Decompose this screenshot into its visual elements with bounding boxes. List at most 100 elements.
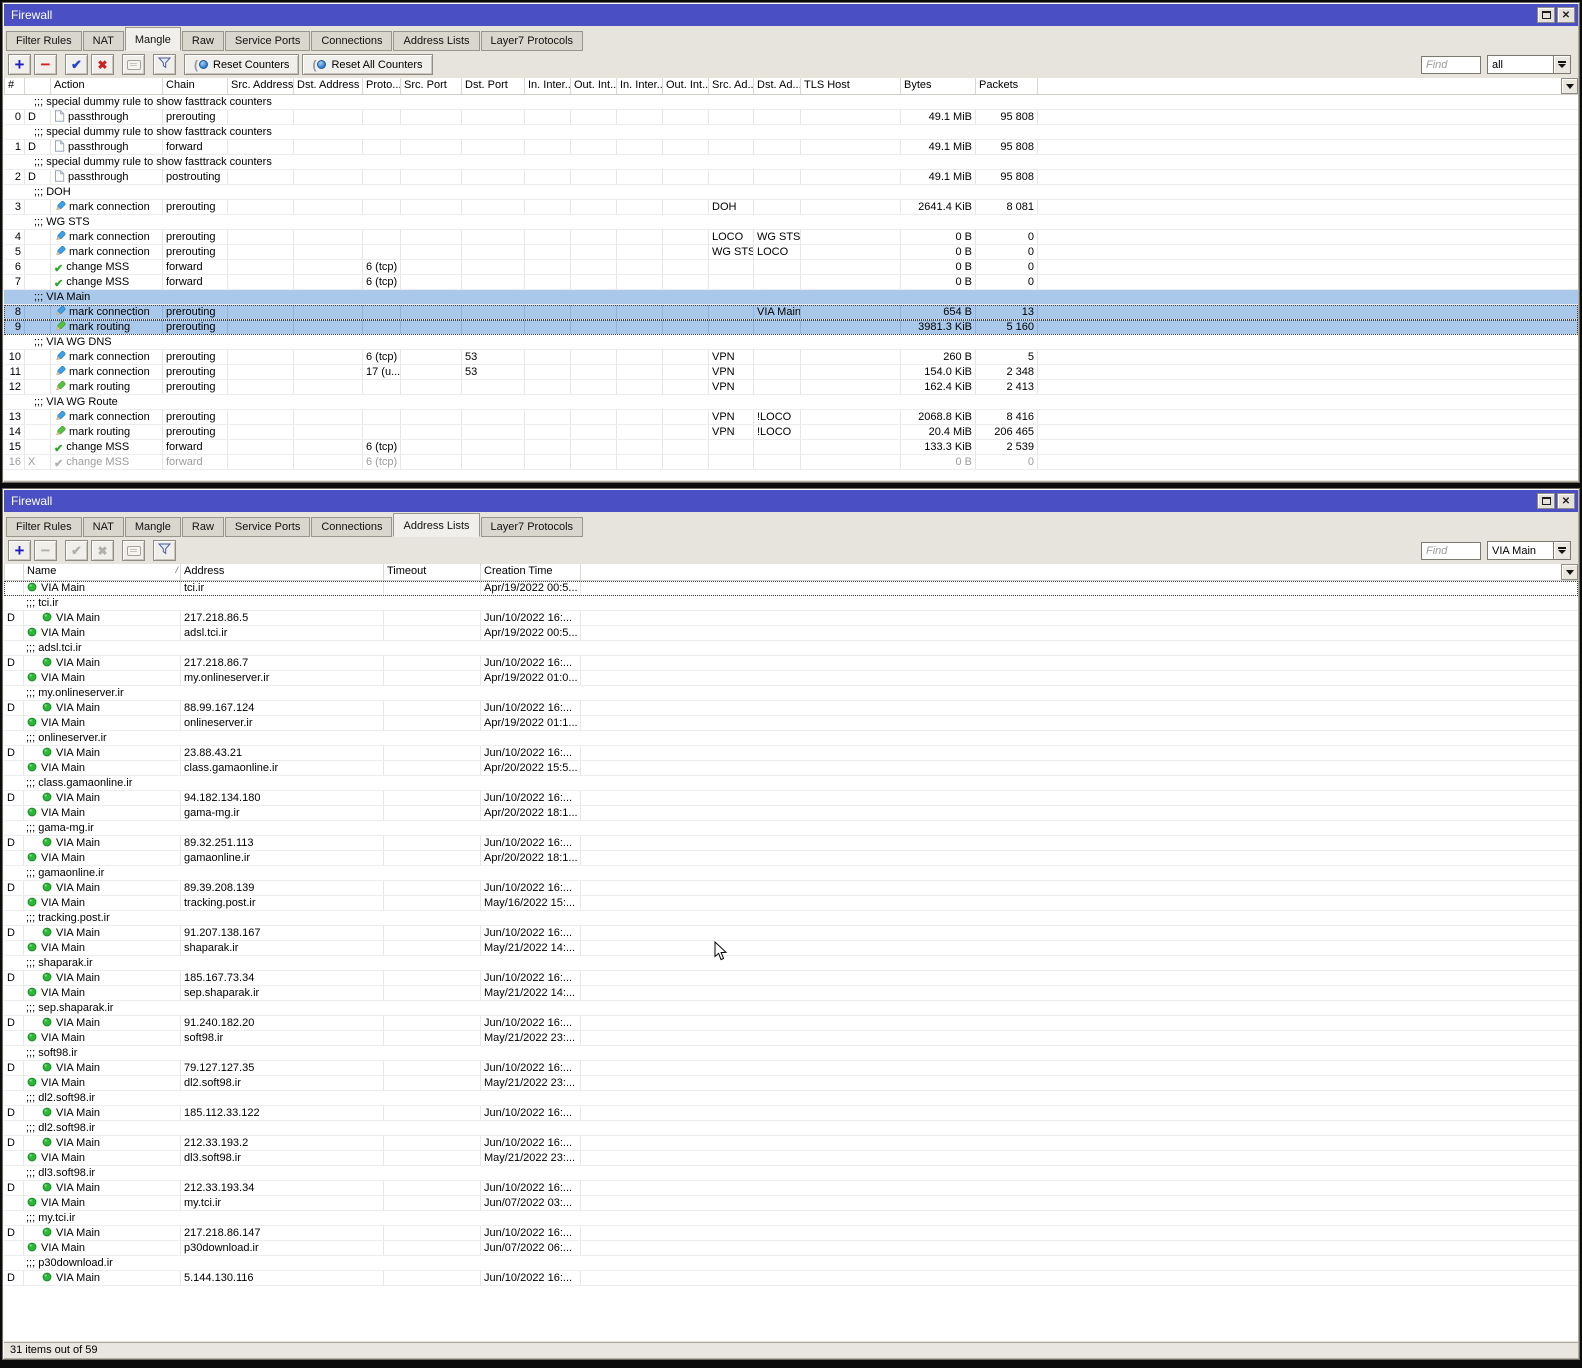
column-header-chain[interactable]: Chain bbox=[163, 78, 228, 94]
address-list-row[interactable]: VIA Main tracking.post.ir May/16/2022 15:.… bbox=[4, 896, 1578, 911]
tab-mangle[interactable]: Mangle bbox=[124, 27, 181, 51]
address-list-row[interactable]: VIA Main sep.shaparak.ir May/21/2022 14:..… bbox=[4, 986, 1578, 1001]
mangle-rule-row[interactable]: 15 ✔ change MSS forward 6 (tcp) 133.3 KiB 2 53… bbox=[4, 440, 1578, 455]
tab-raw[interactable]: Raw bbox=[181, 31, 224, 51]
address-list-row[interactable]: VIA Main adsl.tci.ir Apr/19/2022 00:5... bbox=[4, 626, 1578, 641]
mangle-rule-row[interactable]: 3 mark connection prerouting DOH 2641.4 KiB 8… bbox=[4, 200, 1578, 215]
mangle-rule-row[interactable]: 12 mark routing prerouting VPN 162.4 KiB 2 41… bbox=[4, 380, 1578, 395]
address-list-row[interactable]: VIA Main soft98.ir May/21/2022 23:... bbox=[4, 1031, 1578, 1046]
comment-row[interactable]: ;;; tracking.post.ir bbox=[4, 911, 1578, 926]
mangle-rule-row[interactable]: 0 Dpassthrough prerouting 49.1 MiB 95 808 bbox=[4, 110, 1578, 125]
tab-layer7-protocols[interactable]: Layer7 Protocols bbox=[480, 31, 584, 51]
address-list-row[interactable]: D VIA Main 88.99.167.124 Jun/10/2022 16:... bbox=[4, 701, 1578, 716]
column-header-flags[interactable] bbox=[4, 564, 24, 580]
disable-button[interactable]: ✖ bbox=[91, 54, 114, 75]
filter-scope-select[interactable]: all bbox=[1487, 55, 1571, 74]
column-header-tls-host[interactable]: TLS Host bbox=[801, 78, 901, 94]
address-list-row[interactable]: VIA Main onlineserver.ir Apr/19/2022 01:1.… bbox=[4, 716, 1578, 731]
address-list-row[interactable]: D VIA Main 217.218.86.7 Jun/10/2022 16:... bbox=[4, 656, 1578, 671]
column-header-out-int[interactable]: Out. Int... bbox=[663, 78, 709, 94]
column-header-dst-port[interactable]: Dst. Port bbox=[462, 78, 525, 94]
mangle-rule-row[interactable]: 2 Dpassthrough postrouting 49.1 MiB 95 808 bbox=[4, 170, 1578, 185]
tab-connections[interactable]: Connections bbox=[311, 517, 393, 537]
address-list-row[interactable]: D VIA Main 91.240.182.20 Jun/10/2022 16:... bbox=[4, 1016, 1578, 1031]
title-bar[interactable]: Firewall ✕ bbox=[4, 4, 1578, 26]
column-header-bytes[interactable]: Bytes bbox=[901, 78, 976, 94]
address-list-row[interactable]: VIA Main dl3.soft98.ir May/21/2022 23:... bbox=[4, 1151, 1578, 1166]
column-header-in-inter[interactable]: In. Inter... bbox=[525, 78, 571, 94]
column-header-flags[interactable] bbox=[25, 78, 51, 94]
column-header-address[interactable]: Address bbox=[181, 564, 384, 580]
comment-row[interactable]: ;;; gama-mg.ir bbox=[4, 821, 1578, 836]
comment-row[interactable]: ;;; gamaonline.ir bbox=[4, 866, 1578, 881]
address-list-row[interactable]: D VIA Main 23.88.43.21 Jun/10/2022 16:... bbox=[4, 746, 1578, 761]
copy-button[interactable] bbox=[122, 540, 145, 561]
comment-row[interactable]: ;;; tci.ir bbox=[4, 596, 1578, 611]
address-list-row[interactable]: D VIA Main 79.127.127.35 Jun/10/2022 16:... bbox=[4, 1061, 1578, 1076]
column-header-src-address[interactable]: Src. Address bbox=[228, 78, 294, 94]
address-list-row[interactable]: D VIA Main 89.32.251.113 Jun/10/2022 16:... bbox=[4, 836, 1578, 851]
add-button[interactable]: + bbox=[8, 540, 31, 561]
comment-row[interactable]: ;;; VIA WG DNS bbox=[4, 335, 1578, 350]
address-list-row[interactable]: VIA Main tci.ir Apr/19/2022 00:5... bbox=[4, 581, 1578, 596]
title-bar[interactable]: Firewall ✕ bbox=[4, 490, 1578, 512]
comment-row[interactable]: ;;; special dummy rule to show fasttrack… bbox=[4, 155, 1578, 170]
tab-service-ports[interactable]: Service Ports bbox=[224, 31, 311, 51]
comment-row[interactable]: ;;; dl3.soft98.ir bbox=[4, 1166, 1578, 1181]
tab-service-ports[interactable]: Service Ports bbox=[224, 517, 311, 537]
address-list-filter-select[interactable]: VIA Main bbox=[1487, 541, 1571, 560]
tab-nat[interactable]: NAT bbox=[82, 517, 124, 537]
find-input[interactable] bbox=[1421, 541, 1481, 560]
address-list-row[interactable]: D VIA Main 212.33.193.2 Jun/10/2022 16:... bbox=[4, 1136, 1578, 1151]
column-header-src-port[interactable]: Src. Port bbox=[401, 78, 462, 94]
address-list-row[interactable]: VIA Main p30download.ir Jun/07/2022 06:... bbox=[4, 1241, 1578, 1256]
column-header-timeout[interactable]: Timeout bbox=[384, 564, 481, 580]
comment-row[interactable]: ;;; DOH bbox=[4, 185, 1578, 200]
column-header-out-int[interactable]: Out. Int... bbox=[571, 78, 617, 94]
dropdown-arrow-icon[interactable] bbox=[1553, 541, 1571, 560]
comment-row[interactable]: ;;; special dummy rule to show fasttrack… bbox=[4, 95, 1578, 110]
tab-address-lists[interactable]: Address Lists bbox=[393, 513, 480, 537]
column-header-dst-ad[interactable]: Dst. Ad... bbox=[754, 78, 801, 94]
column-select-button[interactable] bbox=[1561, 564, 1578, 580]
mangle-rule-row[interactable]: 10 mark connection prerouting 6 (tcp) 53 VPN 2… bbox=[4, 350, 1578, 365]
filter-button[interactable] bbox=[153, 540, 176, 561]
copy-button[interactable] bbox=[122, 54, 145, 75]
comment-row[interactable]: ;;; class.gamaonline.ir bbox=[4, 776, 1578, 791]
enable-button[interactable]: ✔ bbox=[65, 54, 88, 75]
mangle-rule-row[interactable]: 11 mark connection prerouting 17 (u... 53 VPN… bbox=[4, 365, 1578, 380]
maximize-button[interactable] bbox=[1537, 493, 1555, 509]
address-list-row[interactable]: VIA Main my.onlineserver.ir Apr/19/2022 01… bbox=[4, 671, 1578, 686]
tab-raw[interactable]: Raw bbox=[181, 517, 224, 537]
address-list-row[interactable]: D VIA Main 217.218.86.147 Jun/10/2022 16:..… bbox=[4, 1226, 1578, 1241]
comment-row[interactable]: ;;; shaparak.ir bbox=[4, 956, 1578, 971]
column-header-proto[interactable]: Proto... bbox=[363, 78, 401, 94]
column-select-button[interactable] bbox=[1561, 78, 1578, 94]
mangle-rule-row[interactable]: 1 Dpassthrough forward 49.1 MiB 95 808 bbox=[4, 140, 1578, 155]
column-header-dst-address[interactable]: Dst. Address bbox=[294, 78, 363, 94]
column-header-name[interactable]: Name / bbox=[24, 564, 181, 580]
mangle-rule-row[interactable]: 6 ✔ change MSS forward 6 (tcp) 0 B0 bbox=[4, 260, 1578, 275]
tab-layer7-protocols[interactable]: Layer7 Protocols bbox=[480, 517, 584, 537]
column-header-in-inter[interactable]: In. Inter... bbox=[617, 78, 663, 94]
address-list-row[interactable]: VIA Main class.gamaonline.ir Apr/20/2022 1… bbox=[4, 761, 1578, 776]
comment-row[interactable]: ;;; p30download.ir bbox=[4, 1256, 1578, 1271]
comment-row[interactable]: ;;; my.tci.ir bbox=[4, 1211, 1578, 1226]
mangle-rule-row[interactable]: 5 mark connection prerouting WG STS LOCO 0 B0 bbox=[4, 245, 1578, 260]
comment-row[interactable]: ;;; WG STS bbox=[4, 215, 1578, 230]
comment-row[interactable]: ;;; onlineserver.ir bbox=[4, 731, 1578, 746]
reset-all-counters-button[interactable]: ( Reset All Counters bbox=[302, 54, 433, 75]
column-header-flags[interactable]: # bbox=[4, 78, 25, 94]
tab-connections[interactable]: Connections bbox=[311, 31, 393, 51]
mangle-rule-row[interactable]: 13 mark connection prerouting VPN !LOCO 2068.… bbox=[4, 410, 1578, 425]
comment-row[interactable]: ;;; dl2.soft98.ir bbox=[4, 1121, 1578, 1136]
mangle-rule-row[interactable]: 8 mark connection prerouting VIA Main 654 B1… bbox=[4, 305, 1578, 320]
address-list-row[interactable]: VIA Main dl2.soft98.ir May/21/2022 23:... bbox=[4, 1076, 1578, 1091]
column-header-src-ad[interactable]: Src. Ad... bbox=[709, 78, 754, 94]
tab-filter-rules[interactable]: Filter Rules bbox=[6, 31, 82, 51]
comment-row[interactable]: ;;; adsl.tci.ir bbox=[4, 641, 1578, 656]
comment-row[interactable]: ;;; VIA WG Route bbox=[4, 395, 1578, 410]
dropdown-arrow-icon[interactable] bbox=[1553, 55, 1571, 74]
remove-button[interactable]: − bbox=[34, 54, 57, 75]
address-list-row[interactable]: D VIA Main 5.144.130.116 Jun/10/2022 16:... bbox=[4, 1271, 1578, 1286]
